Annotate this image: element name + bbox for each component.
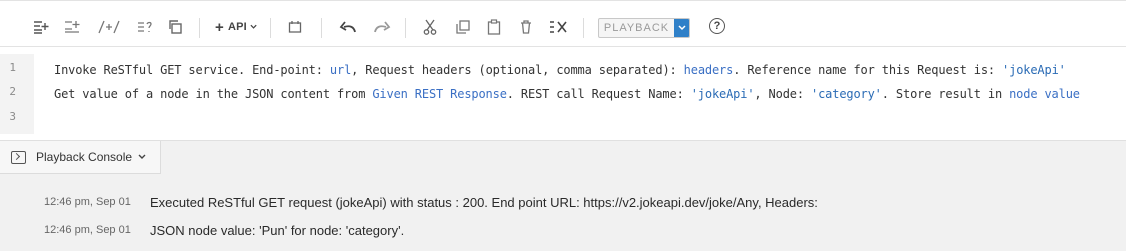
console-icon [11, 150, 26, 164]
code-text: , Request headers (optional, comma separ… [351, 63, 684, 77]
line-number: 1 [9, 61, 16, 74]
toolbar-separator [270, 18, 271, 38]
code-argument[interactable]: 'category' [811, 87, 882, 101]
copy-icon[interactable] [454, 16, 472, 38]
chevron-down-icon [138, 154, 146, 159]
toolbar-separator [583, 18, 584, 38]
console-title: Playback Console [36, 150, 133, 164]
code-argument[interactable]: 'jokeApi' [1002, 63, 1066, 77]
code-text: . Reference name for this Request is: [733, 63, 1003, 77]
help-glyph: ? [713, 20, 721, 32]
duplicate-step-icon[interactable] [166, 16, 184, 38]
playback-console-panel: Playback Console 12:46 pm, Sep 01 Execut… [0, 140, 1126, 251]
toolbar-separator [199, 18, 200, 38]
playback-label: PLAYBACK [603, 22, 670, 34]
line-number: 2 [9, 85, 16, 98]
add-api-button[interactable]: + API [215, 16, 257, 38]
code-text: . REST call Request Name: [506, 87, 691, 101]
undo-icon[interactable] [338, 16, 358, 38]
chevron-down-icon [677, 25, 686, 31]
paste-icon[interactable] [485, 16, 503, 38]
line-gutter: 1 2 3 [0, 54, 34, 134]
plus-icon: + [215, 18, 224, 36]
comment-step-icon[interactable] [96, 16, 122, 38]
code-line[interactable]: Invoke ReSTful GET service. End-point: u… [54, 63, 1066, 77]
code-text: Invoke ReSTful GET service. End-point: [54, 63, 330, 77]
log-row: 12:46 pm, Sep 01 JSON node value: 'Pun' … [0, 221, 1126, 239]
code-editor[interactable]: 1 2 3 Invoke ReSTful GET service. End-po… [0, 54, 1126, 140]
code-argument[interactable]: headers [684, 63, 734, 77]
log-message: Executed ReSTful GET request (jokeApi) w… [150, 194, 818, 210]
editor-toolbar: + API PLAYBACK ? [0, 8, 1126, 47]
insert-step-icon[interactable] [63, 16, 81, 38]
code-argument[interactable]: node value [1009, 87, 1080, 101]
log-row: 12:46 pm, Sep 01 Executed ReSTful GET re… [0, 193, 1126, 211]
log-timestamp: 12:46 pm, Sep 01 [44, 196, 131, 208]
code-argument[interactable]: 'jokeApi' [691, 87, 755, 101]
playback-dropdown-button[interactable] [674, 19, 689, 37]
toolbar-separator [405, 18, 406, 38]
line-number: 3 [9, 110, 16, 123]
test-data-icon[interactable] [286, 16, 304, 38]
add-step-icon[interactable] [32, 16, 50, 38]
code-text: , Node: [754, 87, 812, 101]
code-text: Get value of a node in the JSON content … [54, 87, 373, 101]
code-argument[interactable]: Given REST Response [372, 87, 507, 101]
delete-icon[interactable] [517, 16, 535, 38]
api-label: API [227, 21, 247, 33]
toolbar-separator [321, 18, 322, 38]
redo-icon[interactable] [372, 16, 392, 38]
chevron-down-icon [250, 24, 257, 29]
log-message: JSON node value: 'Pun' for node: 'catego… [150, 222, 405, 238]
disable-step-icon[interactable] [136, 16, 154, 38]
clear-steps-icon[interactable] [548, 16, 568, 38]
playback-console-tab[interactable]: Playback Console [0, 141, 161, 174]
cut-icon[interactable] [421, 16, 439, 38]
log-timestamp: 12:46 pm, Sep 01 [44, 224, 131, 236]
code-argument[interactable]: url [330, 63, 351, 77]
code-line[interactable]: Get value of a node in the JSON content … [54, 87, 1080, 101]
playback-mode-select[interactable]: PLAYBACK [598, 18, 690, 38]
help-icon[interactable]: ? [709, 18, 725, 34]
code-text: . Store result in [881, 87, 1010, 101]
